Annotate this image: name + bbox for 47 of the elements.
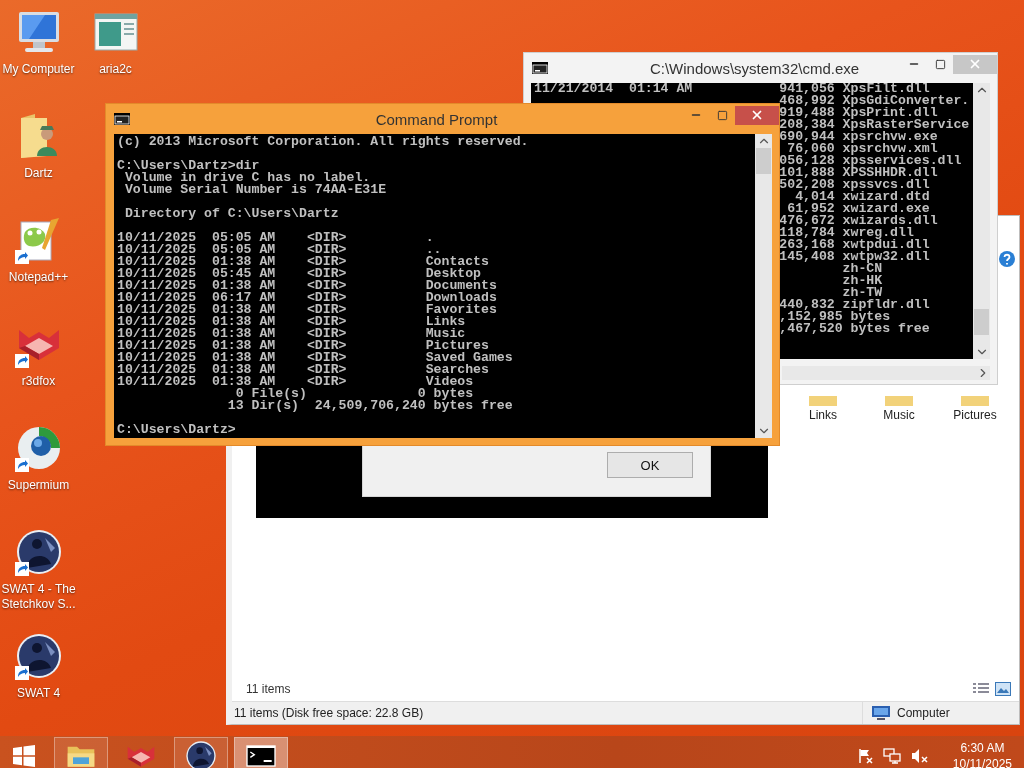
location-label: Computer <box>897 706 950 720</box>
scrollbar[interactable] <box>755 134 772 438</box>
desktop-item[interactable]: Dartz <box>0 112 77 181</box>
close-icon <box>750 108 764 122</box>
desktop-item[interactable]: My Computer <box>0 8 77 77</box>
item-count: 11 items <box>246 682 291 696</box>
desktop-item[interactable]: aria2c <box>77 8 154 77</box>
desktop-item[interactable]: SWAT 4 <box>0 632 77 701</box>
folder-icon <box>959 396 991 406</box>
windows-logo-icon <box>13 745 35 767</box>
network-icon[interactable] <box>882 748 901 764</box>
maximize-icon <box>934 58 946 70</box>
console-icon <box>114 113 130 125</box>
folder-icon <box>807 396 839 406</box>
scrollbar[interactable] <box>973 83 990 359</box>
figure-emblem-icon <box>185 740 217 768</box>
close-icon <box>968 57 982 71</box>
flag-icon[interactable] <box>856 748 873 764</box>
folder-item[interactable]: Links <box>785 396 861 422</box>
desktop-item[interactable]: Notepad++ <box>0 216 77 285</box>
muted-speaker-icon[interactable] <box>910 748 929 764</box>
clock[interactable]: 6:30 AM 10/11/2025 <box>952 740 1012 768</box>
desktop-item[interactable]: SWAT 4 - The Stetchkov S... <box>0 528 77 612</box>
folder-icon <box>883 396 915 406</box>
scroll-thumb[interactable] <box>756 148 771 174</box>
status-text: 11 items (Disk free space: 22.8 GB) <box>234 706 424 720</box>
figure-emblem-icon <box>14 632 63 680</box>
window-title: C:\Windows\system32\cmd.exe <box>648 59 861 77</box>
figure-emblem-icon <box>14 528 63 576</box>
taskbar-app[interactable] <box>234 737 288 768</box>
ok-button[interactable]: OK <box>607 452 693 478</box>
horizontal-scrollbar[interactable] <box>782 366 990 380</box>
taskbar-app[interactable] <box>174 737 228 768</box>
close-button[interactable] <box>735 105 779 125</box>
maximize-icon <box>716 109 728 121</box>
folder-item[interactable]: Pictures <box>937 396 1013 422</box>
scroll-thumb[interactable] <box>974 309 989 335</box>
computer-icon <box>871 705 891 721</box>
desktop-item[interactable]: r3dfox <box>0 320 77 389</box>
folder-item[interactable]: Music <box>861 396 937 422</box>
details-view-icon[interactable] <box>973 682 989 696</box>
console-icon <box>532 62 548 74</box>
desktop-item[interactable]: Supermium <box>0 424 77 493</box>
console-output: (c) 2013 Microsoft Corporation. All rights reserved. C:\Users\Dartz>dir Volume in drive C has no label. Volume Serial Number is 74AA-E31E Directory of C:\Users\Dartz 10/11/2025 05:05 AM <DIR> . 10/11/2025 05:05 AM <DIR> .. 10/11/2025 01:38 AM <DIR> Contacts 10/11/2025 05:45 AM <DIR> Desktop 10/11/2025 01:38 AM <DIR> Documents 10/11/2025 06:17 AM <DIR> Downloads 10/11/2025 01:38 AM <DIR> Favorites 10/11/2025 01:38 AM <DIR> Links 10/11/2025 01:38 AM <DIR> Music 10/11/2025 01:38 AM <DIR> Pictures 10/11/2025 01:38 AM <DIR> Saved Games 10/11/2025 01:38 AM <DIR> Searches 10/11/2025 01:38 AM <DIR> Videos 0 File(s) 0 bytes 13 Dir(s) 24,509,706,240 bytes free C:\Users\Dartz> <box>114 134 755 438</box>
help-icon[interactable] <box>999 251 1015 267</box>
window-title: Command Prompt <box>374 110 499 128</box>
tiles-view-icon[interactable] <box>995 682 1011 696</box>
